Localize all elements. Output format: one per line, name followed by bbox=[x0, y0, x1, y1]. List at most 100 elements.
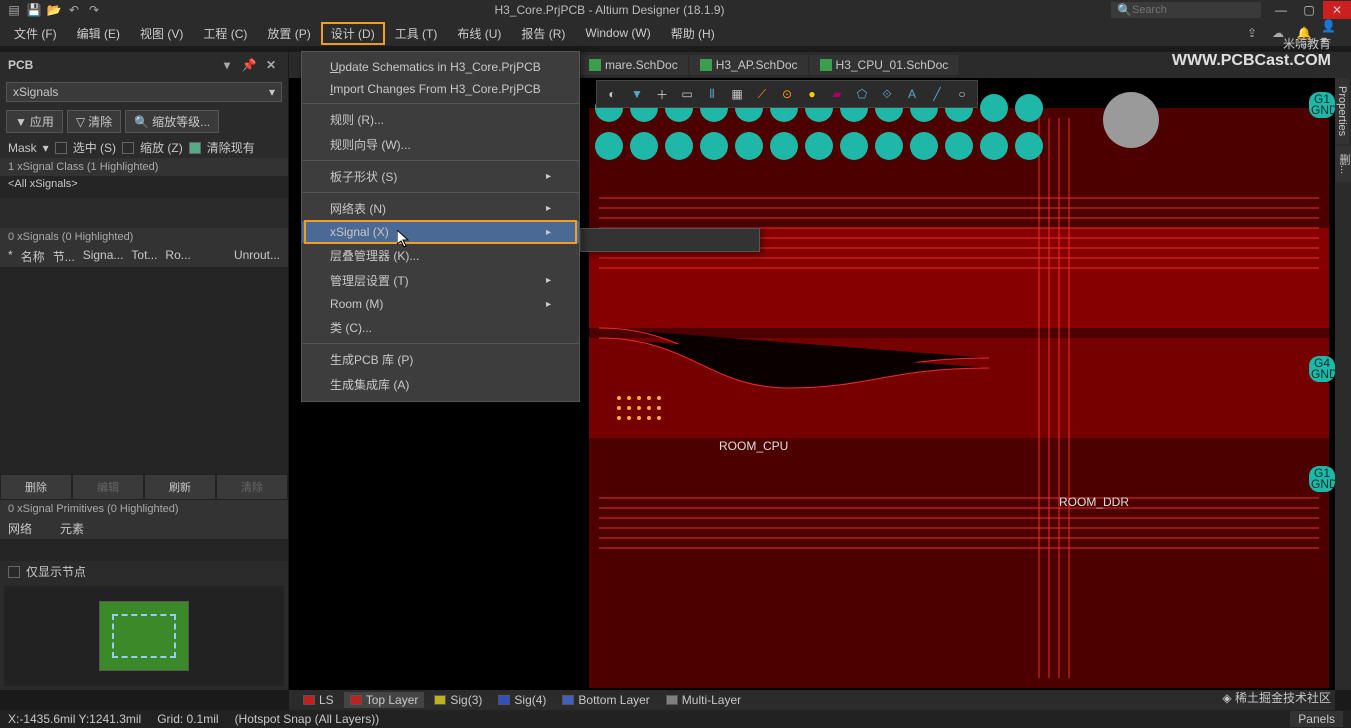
open-icon[interactable]: 📂 bbox=[46, 2, 62, 18]
line-icon[interactable]: ╱ bbox=[926, 83, 948, 105]
tab-mare[interactable]: mare.SchDoc bbox=[579, 55, 688, 75]
layer-ls[interactable]: LS bbox=[297, 692, 340, 708]
prim-columns: 网络 元素 bbox=[0, 518, 288, 539]
mask-level-button[interactable]: ◐ bbox=[601, 83, 623, 105]
submenu-arrow-icon: ▸ bbox=[546, 299, 551, 310]
filter-icon[interactable]: ▼ bbox=[626, 83, 648, 105]
panel-dropdown-icon[interactable]: ▾ bbox=[218, 56, 236, 74]
menu-rule-wizard[interactable]: 规则向导 (W)... bbox=[302, 132, 579, 157]
coord-readout: X:-1435.6mil Y:1241.3mil bbox=[8, 712, 141, 726]
route-icon[interactable]: ⟋ bbox=[751, 83, 773, 105]
tab-h3-cpu[interactable]: H3_CPU_01.SchDoc bbox=[810, 55, 959, 75]
layer-bar: LS Top Layer Sig(3) Sig(4) Bottom Layer … bbox=[289, 690, 1335, 710]
menu-update-schematics[interactable]: Update Schematics in H3_Core.PrjPCB bbox=[302, 56, 579, 78]
apply-button[interactable]: ▼应用 bbox=[6, 110, 63, 133]
design-menu-dropdown: Update Schematics in H3_Core.PrjPCB Impo… bbox=[301, 51, 580, 402]
svg-text:GND: GND bbox=[1311, 477, 1335, 491]
signal-columns: * 名称 节... Signa... Tot... Ro... Unrout..… bbox=[0, 246, 288, 267]
delete-button[interactable]: 删除 bbox=[0, 474, 72, 500]
panel-pin-icon[interactable]: 📌 bbox=[240, 56, 258, 74]
menu-edit[interactable]: 编辑 (E) bbox=[67, 22, 130, 45]
search-box[interactable]: 🔍 bbox=[1111, 2, 1261, 18]
menu-design[interactable]: 设计 (D) bbox=[321, 22, 385, 45]
align-icon[interactable]: ⫴ bbox=[701, 83, 723, 105]
layer-multi[interactable]: Multi-Layer bbox=[660, 692, 747, 708]
snap-readout: (Hotspot Snap (All Layers)) bbox=[235, 712, 380, 726]
via-icon[interactable]: ⊙ bbox=[776, 83, 798, 105]
layer-bottom[interactable]: Bottom Layer bbox=[556, 692, 655, 708]
menu-import-changes[interactable]: Import Changes From H3_Core.PrjPCB bbox=[302, 78, 579, 100]
chevron-down-icon: ▾ bbox=[269, 85, 275, 99]
filter-mode-dropdown[interactable]: xSignals▾ bbox=[6, 82, 282, 102]
layer-top[interactable]: Top Layer bbox=[344, 692, 425, 708]
preview-area bbox=[4, 586, 284, 686]
menu-view[interactable]: 视图 (V) bbox=[130, 22, 193, 45]
select-checkbox[interactable] bbox=[55, 142, 67, 154]
menu-gen-pcb-lib[interactable]: 生成PCB 库 (P) bbox=[302, 347, 579, 372]
layer-sig3[interactable]: Sig(3) bbox=[428, 692, 488, 708]
class-row[interactable]: <All xSignals> bbox=[0, 176, 288, 192]
menu-project[interactable]: 工程 (C) bbox=[193, 22, 257, 45]
menu-netlist[interactable]: 网络表 (N)▸ bbox=[302, 196, 579, 221]
polygon-icon[interactable]: ⬠ bbox=[851, 83, 873, 105]
maximize-button[interactable]: ▢ bbox=[1295, 1, 1323, 19]
menu-place[interactable]: 放置 (P) bbox=[257, 22, 320, 45]
tab-h3-ap[interactable]: H3_AP.SchDoc bbox=[690, 55, 808, 75]
select-rect-icon[interactable]: ▭ bbox=[676, 83, 698, 105]
component-icon[interactable]: ▦ bbox=[726, 83, 748, 105]
menu-rules[interactable]: 规则 (R)... bbox=[302, 107, 579, 132]
menu-xsignal[interactable]: xSignal (X)▸ bbox=[302, 221, 579, 243]
zoom-level-button[interactable]: 🔍缩放等级... bbox=[125, 110, 219, 133]
zoom-checkbox[interactable] bbox=[122, 142, 134, 154]
watermark-community: ◈ 稀土掘金技术社区 bbox=[1222, 689, 1331, 706]
menu-help[interactable]: 帮助 (H) bbox=[661, 22, 725, 45]
panel-close-icon[interactable]: ✕ bbox=[262, 56, 280, 74]
layer-sig4[interactable]: Sig(4) bbox=[492, 692, 552, 708]
search-input[interactable] bbox=[1132, 4, 1255, 16]
menu-room[interactable]: Room (M)▸ bbox=[302, 293, 579, 315]
signals-header: 0 xSignals (0 Highlighted) bbox=[0, 228, 288, 246]
submenu-arrow-icon: ▸ bbox=[546, 203, 551, 214]
xsignal-submenu[interactable] bbox=[580, 228, 760, 252]
close-button[interactable]: ✕ bbox=[1323, 1, 1351, 19]
menu-layer-stack[interactable]: 层叠管理器 (K)... bbox=[302, 243, 579, 268]
menu-window[interactable]: Window (W) bbox=[575, 23, 660, 43]
menu-route[interactable]: 布线 (U) bbox=[447, 22, 511, 45]
minimize-button[interactable]: — bbox=[1267, 1, 1295, 19]
refresh-button[interactable]: 刷新 bbox=[144, 474, 216, 500]
panels-button[interactable]: Panels bbox=[1290, 711, 1343, 727]
more-icon[interactable]: ○ bbox=[951, 83, 973, 105]
menu-classes[interactable]: 类 (C)... bbox=[302, 315, 579, 340]
pcb-panel: PCB ▾ 📌 ✕ xSignals▾ ▼应用 ▽清除 🔍缩放等级... Mas… bbox=[0, 52, 289, 690]
menu-manage-layer[interactable]: 管理层设置 (T)▸ bbox=[302, 268, 579, 293]
menu-file[interactable]: 文件 (F) bbox=[4, 22, 67, 45]
edit-button[interactable]: 编辑 bbox=[72, 474, 144, 500]
plus-icon[interactable]: ＋ bbox=[651, 83, 673, 105]
fill-icon[interactable]: ▰ bbox=[826, 83, 848, 105]
undo-icon[interactable]: ↶ bbox=[66, 2, 82, 18]
schdoc-icon bbox=[589, 59, 601, 71]
clear-current-checkbox[interactable] bbox=[189, 142, 201, 154]
save-icon[interactable]: 💾 bbox=[26, 2, 42, 18]
pad-icon[interactable]: ● bbox=[801, 83, 823, 105]
menu-board-shape[interactable]: 板子形状 (S)▸ bbox=[302, 164, 579, 189]
properties-tab[interactable]: Properties bbox=[1335, 78, 1349, 144]
show-nodes-checkbox[interactable] bbox=[8, 566, 20, 578]
dimension-icon[interactable]: ⟐ bbox=[876, 83, 898, 105]
grid-readout: Grid: 0.1mil bbox=[157, 712, 218, 726]
menu-gen-int-lib[interactable]: 生成集成库 (A) bbox=[302, 372, 579, 397]
schdoc-icon bbox=[820, 59, 832, 71]
menu-report[interactable]: 报告 (R) bbox=[511, 22, 575, 45]
funnel-icon: ▼ bbox=[15, 115, 27, 129]
menubar: 文件 (F) 编辑 (E) 视图 (V) 工程 (C) 放置 (P) 设计 (D… bbox=[0, 20, 1351, 46]
clear-list-button[interactable]: 清除 bbox=[216, 474, 288, 500]
chevron-down-icon[interactable]: ▾ bbox=[43, 141, 49, 155]
other-tab[interactable]: 删... bbox=[1335, 146, 1351, 182]
menu-tools[interactable]: 工具 (T) bbox=[385, 22, 448, 45]
redo-icon[interactable]: ↷ bbox=[86, 2, 102, 18]
clear-button[interactable]: ▽清除 bbox=[67, 110, 121, 133]
text-icon[interactable]: A bbox=[901, 83, 923, 105]
menu-icon[interactable]: ▤ bbox=[6, 2, 22, 18]
room-cpu-label: ROOM_CPU bbox=[719, 439, 788, 453]
pcb-preview-thumbnail[interactable] bbox=[99, 601, 189, 671]
